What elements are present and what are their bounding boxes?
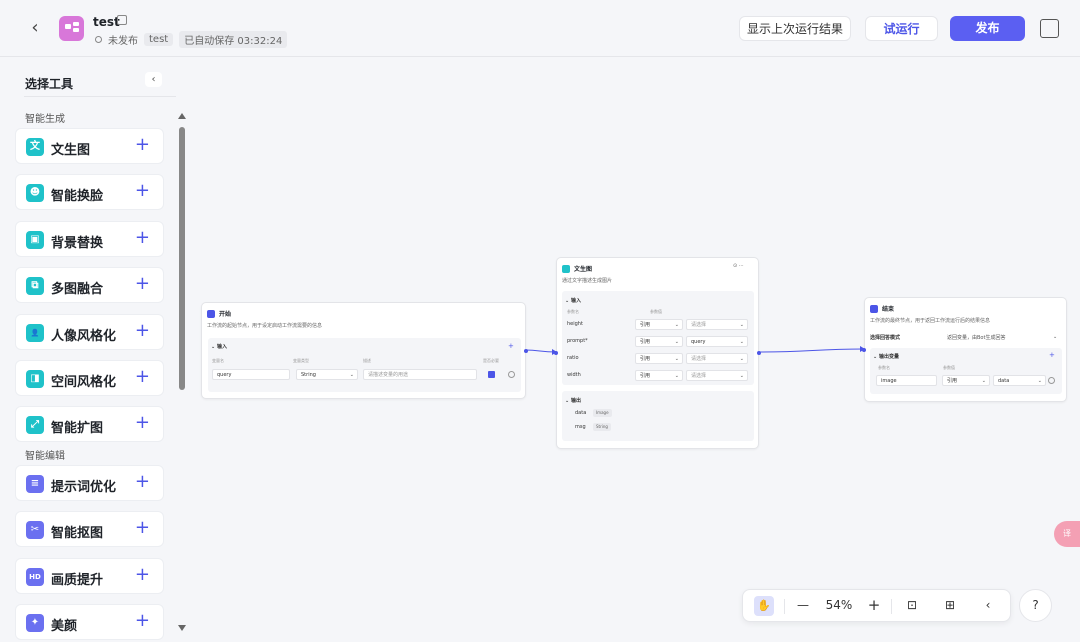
input-port[interactable]	[554, 351, 558, 355]
node-desc: 工作流的起始节点，用于设定启动工作流需要的信息	[207, 323, 323, 329]
answer-mode-label: 选择回答模式	[870, 335, 901, 341]
mode-select[interactable]: 引用 ⌄	[942, 375, 990, 386]
end-icon	[870, 304, 878, 313]
zoom-in-icon[interactable]: +	[866, 596, 882, 614]
param-mode-select[interactable]: 引用 ⌄	[635, 353, 683, 364]
input-section: ⌄ 输入 + 变量名 变量类型 描述 是否必要 query String ⌄ 请描…	[208, 338, 521, 392]
param-name: height	[567, 321, 583, 327]
zoom-toolbar: ✋ — 54% + ⊡ ⊞ ‹	[742, 589, 1011, 622]
edge-start-t2i	[524, 349, 557, 353]
start-node[interactable]: 开始 工作流的起始节点，用于设定启动工作流需要的信息 ⌄ 输入 + 变量名 变量…	[201, 302, 528, 399]
translate-icon[interactable]: 译	[1054, 521, 1080, 547]
param-mode-select[interactable]: 引用 ⌄	[635, 370, 683, 381]
zoom-level: 54%	[825, 598, 853, 612]
output-section: ⌄ 输出变量 + 参数名 参数值 image 引用 ⌄ data ⌄	[870, 348, 1062, 394]
output-name: data	[575, 410, 587, 416]
param-value-select[interactable]: 请选择 ⌄	[686, 353, 748, 364]
variable-desc-input[interactable]: 请描述变量的用途	[363, 369, 477, 380]
required-checkbox[interactable]	[488, 371, 495, 378]
remove-icon[interactable]	[508, 371, 515, 378]
input-label: 输入	[216, 344, 227, 350]
col-header: 参数名	[878, 365, 890, 370]
end-node[interactable]: 结束 工作流的最终节点，用于返回工作流运行后的结果信息 选择回答模式 返回变量，…	[862, 297, 1067, 402]
col-header: 是否必要	[483, 358, 499, 363]
node-menu-icon[interactable]: ⊙ ···	[733, 263, 744, 269]
input-port[interactable]	[862, 348, 866, 352]
text-to-image-icon	[562, 264, 570, 273]
start-icon	[207, 309, 215, 318]
fit-view-icon[interactable]: ⊡	[904, 598, 920, 612]
grid-layout-icon[interactable]: ⊞	[942, 598, 958, 612]
add-input-icon[interactable]: +	[508, 342, 514, 350]
output-port[interactable]	[757, 351, 761, 355]
param-value-select[interactable]: 请选择 ⌄	[686, 370, 748, 381]
input-section: ⌄ 输入 参数名 参数值 height 引用 ⌄ 请选择 ⌄ prompt* 引用 ⌄ quer…	[562, 291, 754, 385]
param-value-select[interactable]: query ⌄	[686, 336, 748, 347]
param-value-select[interactable]: 请选择 ⌄	[686, 319, 748, 330]
output-type: String	[593, 423, 611, 431]
node-title: 文生图	[574, 266, 593, 273]
col-header: 变量类型	[293, 358, 309, 363]
node-desc: 通过文字描述生成图片	[562, 278, 613, 284]
minimap-icon[interactable]: ‹	[980, 598, 996, 612]
param-name: width	[567, 372, 581, 378]
output-port[interactable]	[524, 349, 528, 353]
node-desc: 工作流的最终节点，用于返回工作流运行后的结果信息	[870, 318, 991, 324]
col-header: 变量名	[212, 358, 224, 363]
output-label: 输出	[570, 398, 581, 404]
col-header: 参数值	[650, 309, 662, 314]
node-title: 结束	[882, 306, 895, 313]
variable-type-select[interactable]: String ⌄	[296, 369, 358, 380]
variable-name-input[interactable]: query	[212, 369, 290, 380]
output-label: 输出变量	[878, 354, 899, 360]
hand-tool-icon[interactable]: ✋	[754, 596, 774, 616]
param-mode-select[interactable]: 引用 ⌄	[635, 336, 683, 347]
param-name: prompt*	[567, 338, 588, 344]
col-header: 描述	[363, 358, 371, 363]
text-to-image-node[interactable]: 文生图 ⊙ ··· 通过文字描述生成图片 ⌄ 输入 参数名 参数值 height…	[554, 257, 761, 449]
param-mode-select[interactable]: 引用 ⌄	[635, 319, 683, 330]
zoom-out-icon[interactable]: —	[795, 598, 811, 612]
param-name: ratio	[567, 355, 579, 361]
output-section: ⌄ 输出 data Image msg String	[562, 391, 754, 441]
output-type: Image	[593, 409, 612, 417]
edge-t2i-end	[758, 348, 865, 353]
divider	[784, 599, 785, 614]
chevron-down-icon[interactable]: ⌄	[1053, 334, 1057, 340]
output-name-input[interactable]: image	[876, 375, 937, 386]
col-header: 参数值	[943, 365, 955, 370]
output-name: msg	[575, 424, 586, 430]
help-icon[interactable]: ?	[1019, 589, 1052, 622]
node-title: 开始	[219, 311, 232, 318]
divider	[891, 599, 892, 614]
remove-icon[interactable]	[1048, 377, 1055, 384]
add-output-icon[interactable]: +	[1049, 351, 1055, 359]
value-select[interactable]: data ⌄	[993, 375, 1046, 386]
col-header: 参数名	[567, 309, 579, 314]
input-label: 输入	[570, 298, 581, 304]
answer-mode-select[interactable]: 返回变量，由Bot生成回答	[947, 334, 1005, 341]
